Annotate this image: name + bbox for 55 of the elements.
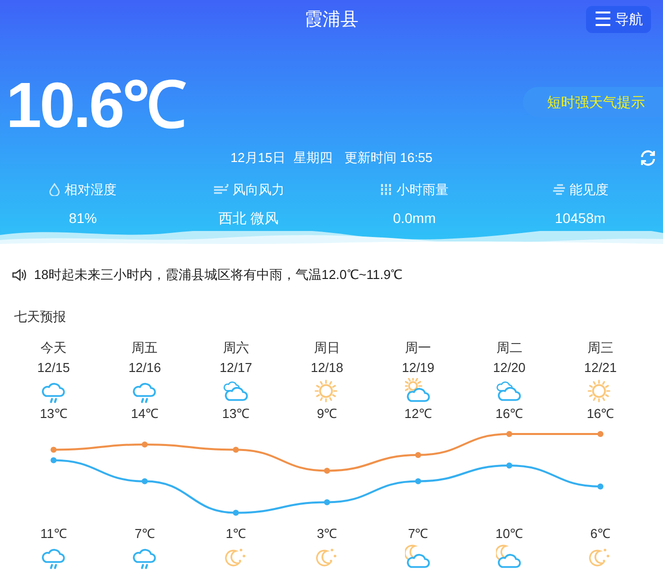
section-title: 七天预报 <box>13 308 67 326</box>
stat-value: 西北 微风 <box>218 208 279 228</box>
date-label: 12/17 <box>220 359 252 377</box>
date-label: 12/21 <box>584 359 617 377</box>
refresh-icon[interactable] <box>639 149 657 167</box>
weekday-label: 周五 <box>132 339 158 357</box>
low-temperature: 1℃ <box>226 525 246 543</box>
high-temperature: 14℃ <box>130 405 158 423</box>
speaker-icon <box>12 268 28 282</box>
stat-value: 10458m <box>554 208 606 228</box>
low-temperature: 7℃ <box>408 525 428 543</box>
weather-notice: 18时起未来三小时内，霞浦县城区将有中雨，气温12.0℃~11.9℃ <box>34 266 403 284</box>
weekday-label: 周一 <box>405 339 432 357</box>
stat-label: 风向风力 <box>232 181 285 199</box>
date-label: 12/16 <box>128 359 161 377</box>
date-label: 12/19 <box>402 359 434 377</box>
menu-icon: ☰ <box>594 10 612 30</box>
update-time: 更新时间 16:55 <box>344 149 433 168</box>
low-temperature: 6℃ <box>590 525 611 543</box>
sun-cloud-icon <box>405 378 432 404</box>
high-temperature: 13℃ <box>40 405 68 423</box>
sun-icon <box>314 378 340 404</box>
stat-label: 能见度 <box>570 181 609 199</box>
high-temperature: 12℃ <box>404 405 432 423</box>
low-temperature: 3℃ <box>316 525 338 543</box>
high-temperature: 16℃ <box>586 405 614 423</box>
current-temperature: 10.6℃ <box>5 73 185 137</box>
rain-dots-icon <box>380 183 392 196</box>
high-temperature: 16℃ <box>496 405 523 423</box>
high-temperature: 9℃ <box>316 405 338 423</box>
date-label: 12/18 <box>310 359 344 377</box>
date-label: 12/20 <box>493 359 526 377</box>
date-text: 12月15日 <box>230 149 286 168</box>
nav-button[interactable]: ☰导航 <box>586 6 651 33</box>
date-label: 12/15 <box>37 359 70 377</box>
droplet-icon <box>49 183 60 196</box>
weekday-label: 周日 <box>314 339 340 357</box>
moon-cloud-icon <box>496 544 522 570</box>
weekday-label: 周二 <box>496 339 522 357</box>
low-temperature: 7℃ <box>134 525 155 543</box>
weekday-label: 今天 <box>40 339 67 357</box>
wind-icon <box>212 184 229 196</box>
stat-value: 0.0mm <box>392 208 436 228</box>
stat-label: 小时雨量 <box>396 181 448 199</box>
stat-label: 相对湿度 <box>64 181 116 199</box>
high-temperature: 13℃ <box>222 405 250 423</box>
weekday-label: 周三 <box>587 339 614 357</box>
stat-value: 81% <box>68 208 97 228</box>
low-temperature: 10℃ <box>496 525 523 543</box>
weekday-text: 星期四 <box>293 149 332 168</box>
weekday-label: 周六 <box>222 339 249 357</box>
fog-icon <box>552 184 566 196</box>
low-temperature: 11℃ <box>40 525 67 543</box>
city-title: 霞浦县 <box>304 8 358 30</box>
moon-cloud-icon <box>405 544 432 570</box>
